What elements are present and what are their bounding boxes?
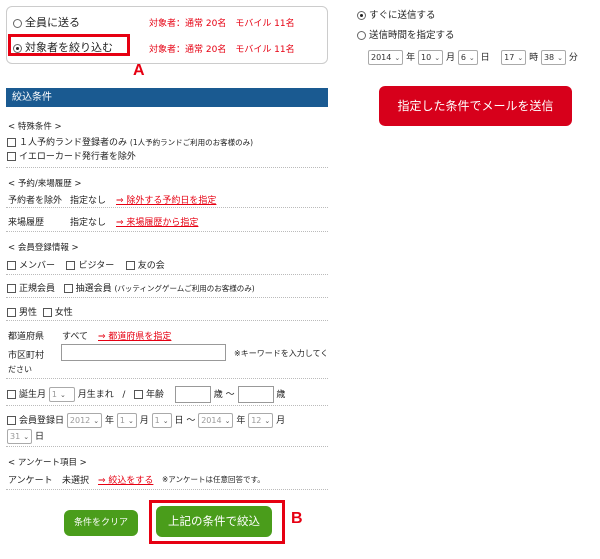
city-note-2: ださい	[8, 365, 32, 374]
divider	[6, 207, 328, 208]
reg-checkbox[interactable]	[7, 416, 16, 425]
radio-narrow-label: 対象者を絞り込む	[25, 41, 113, 54]
special-option2-checkbox[interactable]	[7, 152, 16, 161]
age-from-input[interactable]	[174, 386, 211, 403]
divider	[6, 320, 328, 321]
male-checkbox-group[interactable]: 男性	[7, 308, 37, 318]
divider	[6, 489, 328, 490]
special-option1-checkbox[interactable]	[7, 138, 16, 147]
age-checkbox[interactable]	[134, 390, 144, 399]
reg-to-year-select[interactable]: 2014 ⌄	[198, 413, 234, 428]
radio-narrow[interactable]: 対象者を絞り込む	[13, 39, 113, 55]
divider	[6, 405, 328, 406]
divider	[6, 378, 328, 379]
divider	[6, 167, 328, 168]
history-visit-label: 来場履歴	[8, 218, 45, 228]
regular-checkbox[interactable]	[7, 284, 16, 293]
friend-checkbox-group[interactable]: 友の会	[125, 261, 165, 271]
radio-send-schedule-indicator[interactable]	[357, 31, 366, 40]
reg-date-row-2: 31 ⌄ 日	[7, 429, 44, 444]
history-exclude-value: 指定なし	[70, 196, 107, 206]
survey-value: 未選択	[62, 476, 90, 486]
send-minute-select[interactable]: 38 ⌄	[540, 50, 567, 65]
send-month-select[interactable]: 10 ⌄	[418, 50, 444, 65]
lottery-checkbox[interactable]	[63, 284, 73, 293]
send-hour-select[interactable]: 17 ⌄	[501, 50, 527, 65]
special-option2[interactable]: イエローカード発行者を除外	[7, 149, 136, 162]
age-to-input[interactable]	[237, 386, 274, 403]
male-checkbox[interactable]	[7, 308, 16, 317]
send-day-select[interactable]: 6 ⌄	[457, 50, 478, 65]
female-checkbox[interactable]	[42, 308, 52, 317]
pref-link[interactable]: ⇒ 都道府県を指定	[98, 329, 171, 342]
pref-value: すべて	[62, 332, 89, 342]
pref-label: 都道府県	[8, 332, 45, 342]
city-note-1: ※キーワードを入力してく	[234, 349, 329, 358]
reg-from-year-select[interactable]: 2012 ⌄	[66, 413, 103, 428]
member-class: 正規会員 抽選会員 (バッティングゲームご利用のお客様のみ)	[7, 281, 255, 294]
birth-checkbox-group[interactable]: 誕生月	[7, 390, 46, 400]
birth-age-row: 誕生月 1 ⌄ 月生まれ / 年齢 歳 〜 歳	[7, 386, 285, 403]
member-title: < 会員登録情報 >	[8, 243, 79, 253]
friend-checkbox[interactable]	[125, 261, 135, 270]
radio-send-now-label: すぐに送信する	[369, 10, 436, 21]
filter-header: 絞込条件	[6, 88, 328, 107]
slash-separator: /	[122, 390, 126, 400]
survey-note: ※アンケートは任意回答です。	[162, 475, 265, 484]
survey-title: < アンケート項目 >	[8, 458, 87, 468]
history-exclude-link[interactable]: ⇒ 除外する予約日を指定	[116, 193, 216, 206]
city-input[interactable]	[61, 344, 226, 361]
age-checkbox-group[interactable]: 年齢	[134, 390, 164, 400]
survey-label: アンケート	[8, 476, 53, 486]
reg-to-month-select[interactable]: 12 ⌄	[248, 413, 274, 428]
history-exclude-label: 予約者を除外	[8, 196, 63, 206]
schedule-datetime: 2014 ⌄ 年 10 ⌄ 月 6 ⌄ 日 17 ⌄ 時 38 ⌄ 分	[368, 50, 578, 65]
gender: 男性 女性	[7, 305, 73, 318]
radio-all-indicator[interactable]	[13, 18, 22, 28]
annotation-letter-a: A	[133, 62, 145, 79]
member-types: メンバー ビジター 友の会	[7, 258, 165, 271]
radio-send-now[interactable]: すぐに送信する	[357, 7, 436, 21]
divider	[6, 274, 328, 275]
member-checkbox-group[interactable]: メンバー	[7, 261, 55, 271]
special-option1[interactable]: １人予約ランド登録者のみ (1人予約ランドご利用のお客様のみ)	[7, 135, 253, 148]
radio-all[interactable]: 全員に送る	[13, 14, 80, 30]
reg-checkbox-group[interactable]: 会員登録日	[7, 416, 64, 426]
narrow-counts: 対象者：通常 20名 モバイル 11名	[149, 45, 295, 55]
visitor-checkbox[interactable]	[66, 261, 76, 270]
city-label: 市区町村	[8, 351, 45, 361]
survey-link[interactable]: ⇒ 絞込をする	[98, 473, 153, 486]
member-checkbox[interactable]	[7, 261, 16, 270]
special-title: < 特殊条件 >	[8, 122, 62, 132]
apply-filter-button[interactable]: 上記の条件で絞込	[156, 506, 272, 537]
reg-date-row: 会員登録日 2012 ⌄ 年 1 ⌄ 月 1 ⌄ 日 〜 2014 ⌄ 年 12 ⌄ 月	[7, 413, 285, 428]
history-visit-link[interactable]: ⇒ 来場履歴から指定	[116, 215, 198, 228]
visitor-checkbox-group[interactable]: ビジター	[66, 261, 114, 271]
history-title: < 予約/来場履歴 >	[8, 179, 82, 189]
regular-checkbox-group[interactable]: 正規会員	[7, 284, 55, 294]
reg-from-month-select[interactable]: 1 ⌄	[116, 413, 137, 428]
filter-header-title: 絞込条件	[12, 92, 52, 103]
annotation-letter-b: B	[291, 510, 303, 527]
radio-all-label: 全員に送る	[25, 16, 80, 29]
reg-to-day-select[interactable]: 31 ⌄	[7, 429, 33, 444]
radio-send-now-indicator[interactable]	[357, 11, 366, 20]
send-mail-button[interactable]: 指定した条件でメールを送信	[379, 86, 572, 126]
birth-checkbox[interactable]	[7, 390, 16, 399]
history-visit-value: 指定なし	[70, 218, 107, 228]
send-year-select[interactable]: 2014 ⌄	[368, 50, 404, 65]
divider	[6, 297, 328, 298]
birth-month-select[interactable]: 1 ⌄	[48, 387, 75, 402]
radio-send-schedule-label: 送信時間を指定する	[369, 30, 455, 41]
female-checkbox-group[interactable]: 女性	[42, 308, 73, 318]
radio-send-schedule[interactable]: 送信時間を指定する	[357, 27, 455, 41]
divider	[6, 231, 328, 232]
lottery-checkbox-group[interactable]: 抽選会員	[63, 284, 112, 294]
clear-button[interactable]: 条件をクリア	[64, 510, 138, 536]
all-counts: 対象者：通常 20名 モバイル 11名	[149, 19, 295, 29]
radio-narrow-indicator[interactable]	[13, 43, 22, 53]
divider	[6, 446, 328, 447]
reg-from-day-select[interactable]: 1 ⌄	[151, 413, 172, 428]
